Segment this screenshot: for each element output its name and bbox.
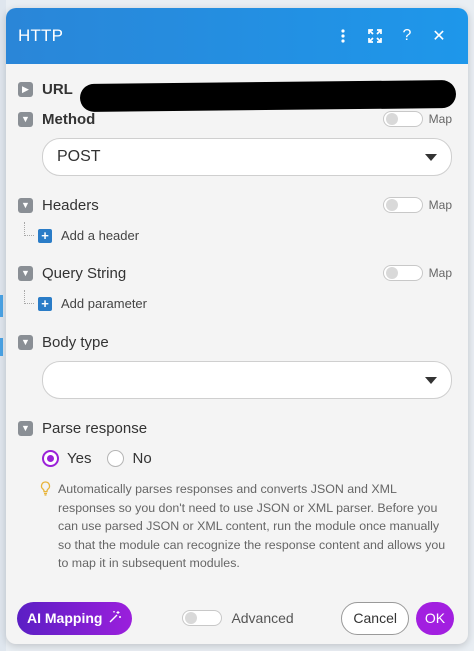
dialog-header: HTTP ? ✕: [6, 8, 468, 64]
dropdown-caret-icon: [425, 153, 437, 161]
chevron-down-icon[interactable]: ▼: [18, 266, 33, 281]
redacted-url-value: [79, 80, 457, 112]
help-icon[interactable]: ?: [392, 21, 422, 51]
headers-label: Headers: [42, 197, 99, 214]
parse-response-radio-group: Yes No: [42, 450, 168, 467]
method-select[interactable]: POST: [42, 138, 452, 176]
chevron-down-icon[interactable]: ▼: [18, 112, 33, 127]
headers-field-row: ▼ Headers: [18, 197, 99, 214]
hint-text: Automatically parses responses and conve…: [58, 482, 446, 571]
add-parameter-link[interactable]: Add parameter: [61, 296, 147, 311]
map-toggle-switch[interactable]: [382, 197, 423, 213]
body-type-field-row: ▼ Body type: [18, 334, 109, 351]
url-label: URL: [42, 81, 73, 98]
plus-icon[interactable]: +: [38, 228, 52, 243]
magic-wand-icon: [108, 610, 122, 627]
ai-mapping-button[interactable]: AI Mapping: [17, 601, 133, 635]
method-label: Method: [42, 111, 96, 128]
chevron-right-icon[interactable]: ▶: [18, 82, 33, 97]
method-map-toggle: Map: [382, 111, 452, 127]
radio-yes[interactable]: [42, 450, 59, 467]
radio-no[interactable]: [107, 450, 125, 467]
chevron-down-icon[interactable]: ▼: [18, 198, 33, 213]
query-map-toggle: Map: [382, 265, 452, 281]
url-field-row: ▶ URL: [18, 81, 73, 98]
plus-icon[interactable]: +: [38, 296, 52, 311]
dropdown-caret-icon: [425, 376, 437, 384]
dialog-footer: AI Mapping Advanced Cancel OK: [6, 592, 468, 644]
chevron-down-icon[interactable]: ▼: [18, 335, 33, 350]
background-marker: [0, 295, 3, 317]
close-icon[interactable]: ✕: [424, 21, 454, 51]
ok-button[interactable]: OK: [416, 601, 454, 635]
map-label: Map: [428, 198, 452, 212]
map-toggle-switch[interactable]: [382, 265, 423, 281]
advanced-toggle-group: Advanced: [182, 610, 294, 626]
dialog-title: HTTP: [18, 26, 64, 45]
parse-response-hint: Automatically parses responses and conve…: [40, 480, 446, 573]
lightbulb-icon: [40, 481, 51, 573]
background-marker: [0, 338, 3, 356]
method-field-row: ▼ Method: [18, 111, 95, 128]
advanced-label: Advanced: [231, 610, 294, 626]
add-parameter-row[interactable]: + Add parameter: [38, 296, 147, 311]
http-module-dialog: HTTP ? ✕ ▶ URL ▼ Method Map POST ▼ Heade…: [6, 8, 468, 644]
query-string-label: Query String: [42, 265, 127, 282]
method-select-value: POST: [57, 148, 101, 165]
add-header-link[interactable]: Add a header: [61, 228, 139, 243]
body-type-label: Body type: [42, 334, 109, 351]
body-type-select[interactable]: [42, 361, 452, 399]
headers-map-toggle: Map: [382, 197, 452, 213]
parse-response-field-row: ▼ Parse response: [18, 420, 147, 437]
add-header-row[interactable]: + Add a header: [38, 228, 139, 243]
ai-mapping-label: AI Mapping: [27, 610, 103, 626]
cancel-button[interactable]: Cancel: [341, 601, 409, 635]
radio-no-label[interactable]: No: [132, 450, 151, 467]
chevron-down-icon[interactable]: ▼: [18, 421, 33, 436]
radio-yes-label[interactable]: Yes: [67, 450, 91, 467]
tree-connector: [24, 290, 34, 304]
query-string-field-row: ▼ Query String: [18, 265, 126, 282]
map-label: Map: [428, 266, 452, 280]
more-vertical-icon[interactable]: [328, 21, 358, 51]
tree-connector: [24, 222, 34, 236]
expand-icon[interactable]: [360, 21, 390, 51]
parse-response-label: Parse response: [42, 420, 148, 437]
advanced-toggle-switch[interactable]: [182, 610, 223, 626]
map-toggle-switch[interactable]: [382, 111, 423, 127]
map-label: Map: [428, 112, 452, 126]
